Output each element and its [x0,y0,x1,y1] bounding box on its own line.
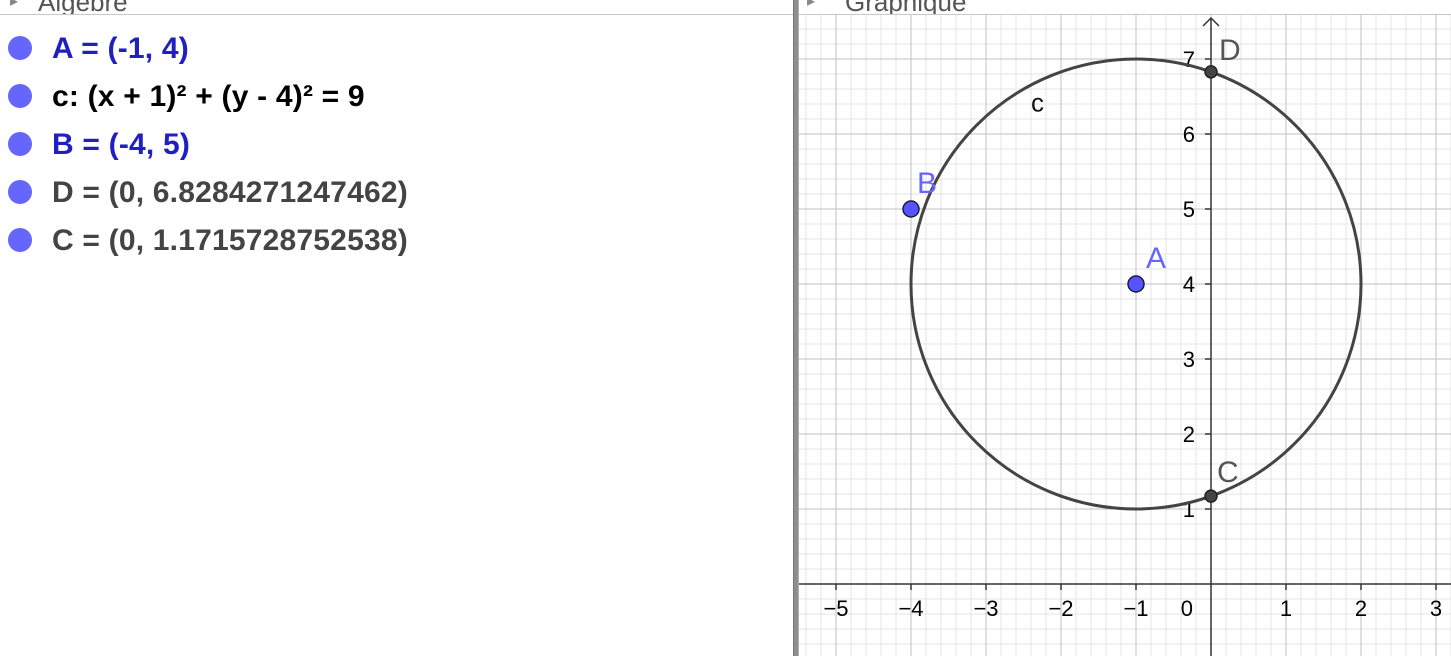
y-tick-label: 5 [1183,197,1195,222]
graphics-canvas[interactable]: −5 −4 −3 −2 −1 1 2 312345670 cABDC [799,0,1451,656]
visibility-toggle-icon[interactable] [8,84,32,108]
origin-label: 0 [1181,596,1193,621]
geometry-objects[interactable]: c A B D C [902,34,1363,511]
y-tick-label: 2 [1183,422,1195,447]
y-tick-label: 6 [1183,122,1195,147]
collapse-arrow-icon[interactable]: ▸ [10,0,18,11]
x-tick-label: −5 [823,596,848,621]
visibility-toggle-icon[interactable] [8,228,32,252]
graphics-view-title: Graphique [845,0,967,15]
visibility-toggle-icon[interactable] [8,36,32,60]
visibility-toggle-icon[interactable] [8,132,32,156]
point-c[interactable] [1204,489,1218,503]
y-tick-label: 7 [1183,47,1195,72]
graphics-view[interactable]: ▸ Graphique −5 −4 −3 −2 −1 1 2 3 1 2 3 4 5 6 7 0 cABDC [799,0,1451,656]
algebra-item-text[interactable]: c: (x + 1)² + (y - 4)² = 9 [52,80,365,114]
algebra-item-text[interactable]: C = (0, 1.1715728752538) [52,224,408,258]
x-tick-label: 2 [1355,596,1367,621]
point-label-b[interactable]: B [917,167,937,200]
graphics-view-header[interactable]: ▸ Graphique [799,0,1451,15]
circle-label[interactable]: c [1031,88,1044,118]
collapse-arrow-icon[interactable]: ▸ [807,0,815,11]
x-tick-label: −1 [1123,596,1148,621]
x-tick-label: −3 [973,596,998,621]
algebra-item-text[interactable]: D = (0, 6.8284271247462) [52,176,408,210]
y-tick-label: 4 [1183,272,1195,297]
x-tick-label: 3 [1430,596,1442,621]
point-label-d[interactable]: D [1219,34,1241,67]
algebra-view: ▸ Algèbre A = (-1, 4) c: (x + 1)² + (y -… [0,0,793,656]
point-b[interactable] [902,200,920,218]
geogebra-window: ▸ Algèbre A = (-1, 4) c: (x + 1)² + (y -… [0,0,1451,656]
x-tick-label: 1 [1280,596,1292,621]
y-tick-label: 3 [1183,347,1195,372]
x-tick-label: −4 [898,596,923,621]
algebra-view-header[interactable]: ▸ Algèbre [0,0,793,15]
visibility-toggle-icon[interactable] [8,180,32,204]
point-d[interactable] [1204,65,1218,79]
point-a[interactable] [1127,275,1145,293]
minor-grid [799,0,1451,656]
point-label-c[interactable]: C [1217,456,1239,489]
algebra-item-text[interactable]: A = (-1, 4) [52,32,189,66]
algebra-view-title: Algèbre [38,0,128,15]
algebra-item-text[interactable]: B = (-4, 5) [52,128,190,162]
x-tick-label: −2 [1048,596,1073,621]
point-label-a[interactable]: A [1146,242,1166,275]
major-grid [799,0,1451,656]
